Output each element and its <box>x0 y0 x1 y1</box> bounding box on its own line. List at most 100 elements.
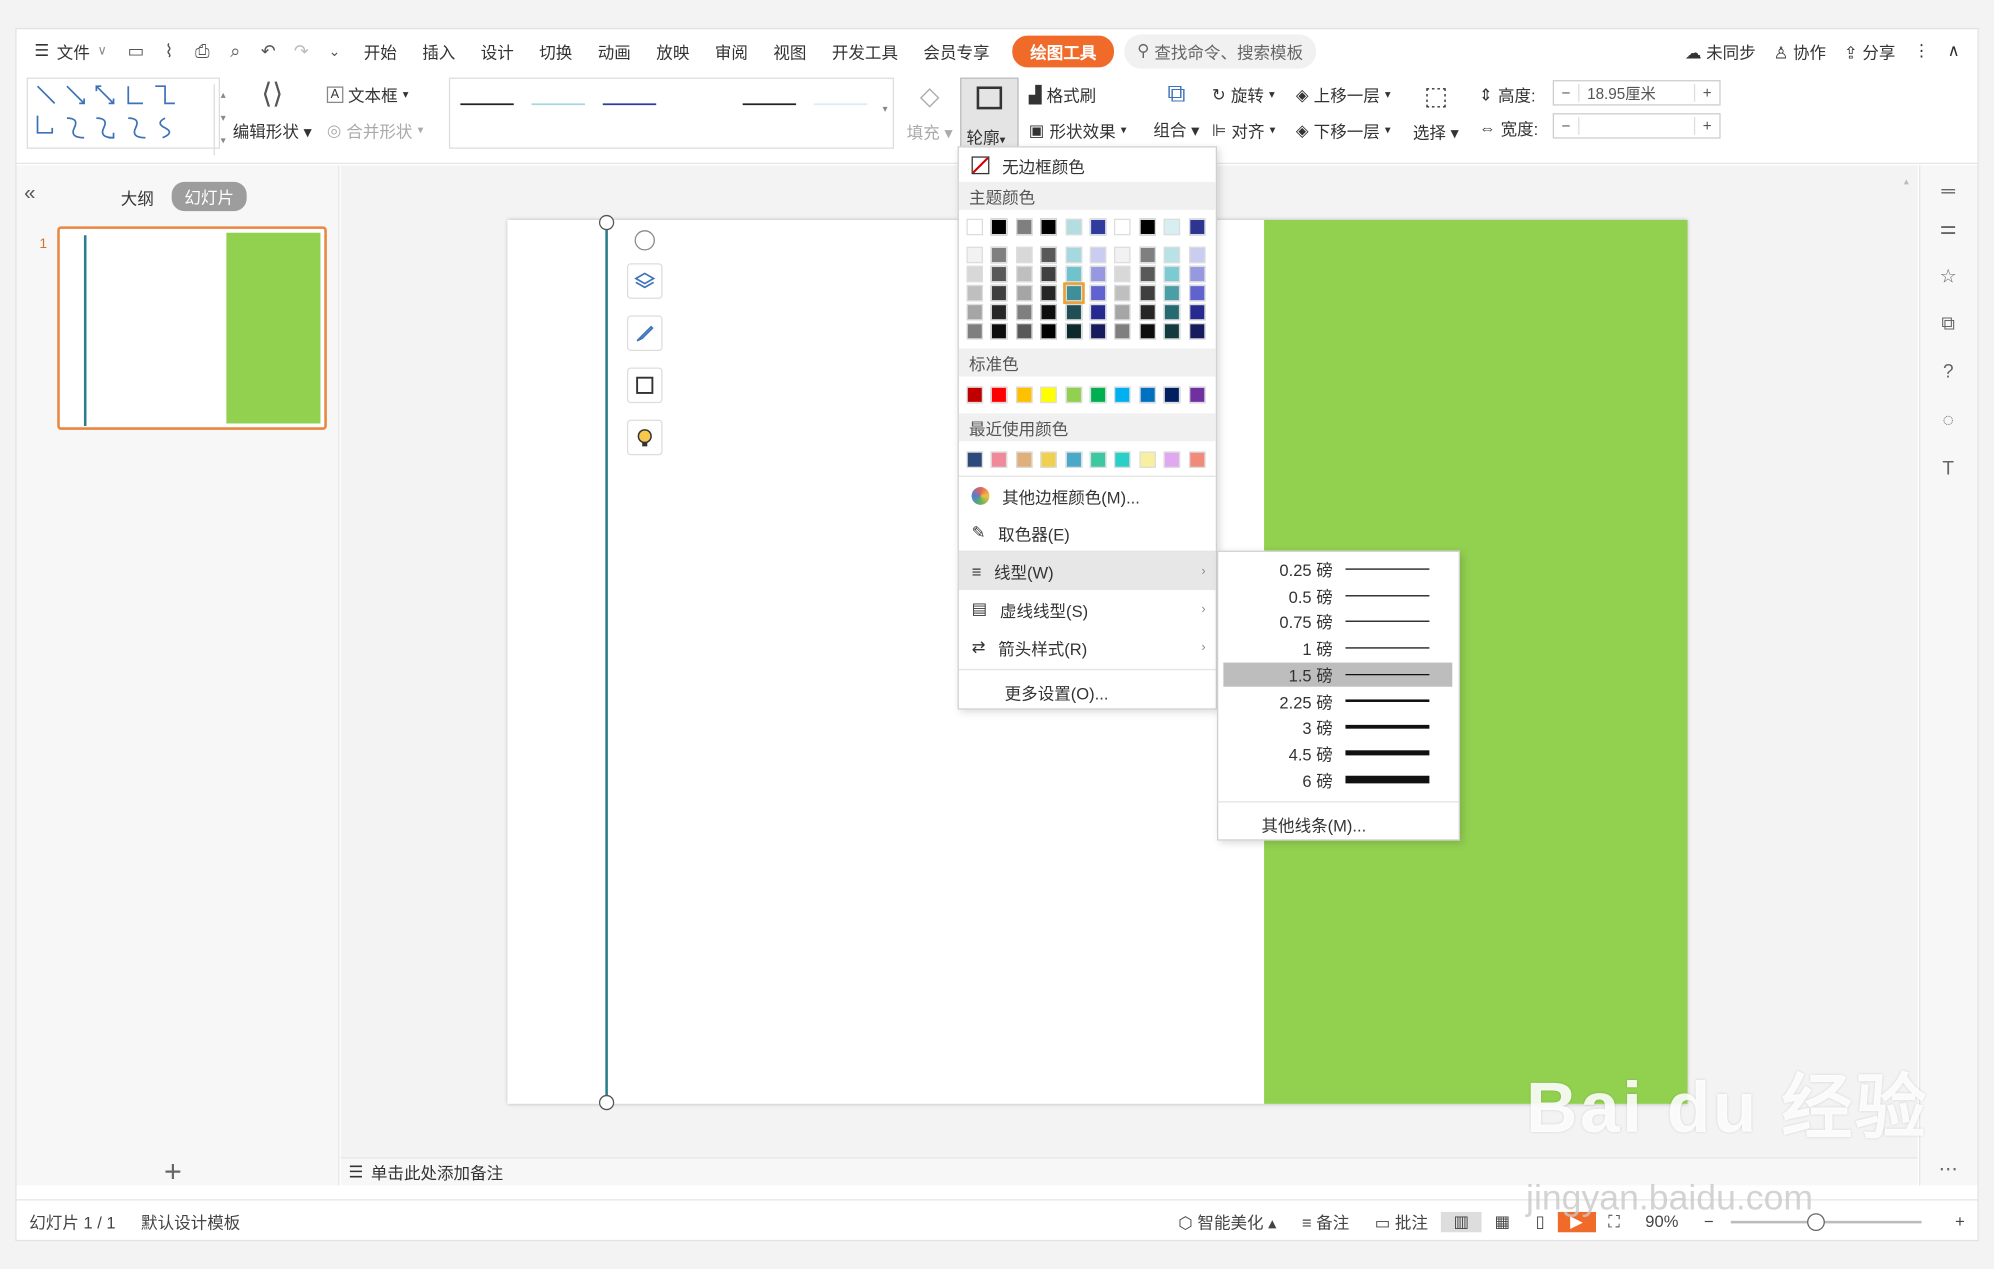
collapse-panel-icon[interactable]: « <box>24 183 35 206</box>
theme-shade-swatch[interactable] <box>1089 246 1107 264</box>
line-type-item[interactable]: ≡ 线型(W) › <box>958 551 1216 591</box>
share-button[interactable]: ⇪ 分享 <box>1844 39 1896 63</box>
standard-color-swatch[interactable] <box>1089 386 1107 404</box>
theme-color-swatch[interactable] <box>991 218 1008 236</box>
theme-color-swatch[interactable] <box>1188 218 1206 236</box>
theme-shade-swatch[interactable] <box>1062 282 1085 304</box>
standard-color-swatch[interactable] <box>1015 386 1033 404</box>
theme-shade-swatch[interactable] <box>991 284 1008 302</box>
theme-shade-swatch[interactable] <box>1040 284 1058 302</box>
theme-color-swatch[interactable] <box>1089 218 1107 236</box>
theme-shade-swatch[interactable] <box>1015 265 1033 283</box>
theme-shade-swatch[interactable] <box>1065 323 1082 340</box>
theme-color-swatch[interactable] <box>1015 218 1033 236</box>
tab-slides[interactable]: 幻灯片 <box>171 181 247 212</box>
theme-shade-swatch[interactable] <box>991 323 1008 340</box>
redo-icon[interactable]: ↷ <box>285 40 318 62</box>
theme-shade-swatch[interactable] <box>1188 246 1206 264</box>
notes-toggle-button[interactable]: ≡ 备注 <box>1289 1209 1362 1233</box>
brush-tool[interactable] <box>626 315 663 351</box>
line-weight-option[interactable]: 2.25 磅 <box>1223 689 1452 713</box>
line-weight-option[interactable]: 0.5 磅 <box>1223 583 1452 607</box>
tab-drawing-tools[interactable]: 绘图工具 <box>1012 34 1115 67</box>
template-name[interactable]: 默认设计模板 <box>128 1209 253 1233</box>
recent-color-swatch[interactable] <box>966 451 984 468</box>
minus-icon[interactable] <box>634 230 655 251</box>
theme-shade-swatch[interactable] <box>1065 246 1082 264</box>
standard-color-swatch[interactable] <box>1188 386 1206 404</box>
theme-shade-swatch[interactable] <box>1065 303 1082 321</box>
theme-shade-swatch[interactable] <box>1114 323 1132 340</box>
theme-color-swatch[interactable] <box>1163 218 1181 236</box>
recent-color-swatch[interactable] <box>1040 451 1058 468</box>
tab-design[interactable]: 设计 <box>468 39 527 63</box>
height-minus[interactable]: − <box>1554 83 1580 102</box>
idea-tool[interactable] <box>626 419 663 456</box>
width-input[interactable]: − + <box>1552 113 1721 139</box>
line-end-handle[interactable] <box>598 1094 615 1111</box>
tab-review[interactable]: 审阅 <box>702 39 761 63</box>
theme-shade-swatch[interactable] <box>1065 265 1082 283</box>
fill-button[interactable]: ◇ 填充 ▾ <box>907 80 953 144</box>
search-box[interactable]: ⚲ 查找命令、搜索模板 <box>1124 33 1316 69</box>
theme-shade-swatch[interactable] <box>1015 246 1033 264</box>
theme-shade-swatch[interactable] <box>991 246 1008 264</box>
line-weight-option[interactable]: 1.5 磅 <box>1223 662 1453 687</box>
star-icon[interactable]: ☆ <box>1936 265 1961 290</box>
theme-shade-swatch[interactable] <box>1089 323 1107 340</box>
theme-shade-swatch[interactable] <box>1139 284 1156 302</box>
theme-shade-swatch[interactable] <box>1015 284 1033 302</box>
theme-shade-swatch[interactable] <box>1188 284 1206 302</box>
tab-slideshow[interactable]: 放映 <box>644 39 703 63</box>
line-weight-option[interactable]: 0.75 磅 <box>1223 610 1452 634</box>
layers-tool[interactable] <box>626 263 663 299</box>
zoom-slider[interactable] <box>1730 1213 1922 1232</box>
bring-forward-button[interactable]: ◈ 上移一层 ▾ <box>1296 83 1391 107</box>
recent-color-swatch[interactable] <box>1163 451 1181 468</box>
format-painter-icon[interactable]: ⌇ <box>153 40 186 62</box>
text-box-button[interactable]: A 文本框 ▾ <box>326 83 408 107</box>
arrow-style-item[interactable]: ⇄ 箭头样式(R) › <box>959 628 1216 666</box>
more-border-colors-item[interactable]: 其他边框颜色(M)... <box>959 478 1216 514</box>
theme-shade-swatch[interactable] <box>1188 323 1206 340</box>
vertical-scrollbar[interactable]: ▴ <box>1904 175 1917 1129</box>
print-icon[interactable]: ⎙ <box>186 40 219 62</box>
line-weight-option[interactable]: 0.25 磅 <box>1223 557 1452 581</box>
recent-color-swatch[interactable] <box>1114 451 1132 468</box>
theme-shade-swatch[interactable] <box>966 246 984 264</box>
rotate-button[interactable]: ↻ 旋转 ▾ <box>1212 83 1275 107</box>
theme-shade-swatch[interactable] <box>1114 284 1132 302</box>
merge-shape-button[interactable]: ◎ 合并形状 ▾ <box>327 118 424 142</box>
theme-shade-swatch[interactable] <box>1015 323 1033 340</box>
theme-shade-swatch[interactable] <box>1040 265 1058 283</box>
recent-color-swatch[interactable] <box>1188 451 1206 468</box>
grid-view-icon[interactable]: ▦ <box>1482 1211 1523 1231</box>
select-button[interactable]: ⬚ 选择 ▾ <box>1413 80 1459 144</box>
outline-button[interactable]: 轮廓▾ <box>960 77 1019 152</box>
tab-member[interactable]: 会员专享 <box>911 39 1003 63</box>
theme-shade-swatch[interactable] <box>1163 246 1181 264</box>
line-weight-option[interactable]: 4.5 磅 <box>1223 741 1452 765</box>
settings-slider-icon[interactable]: ⚌ <box>1936 216 1961 241</box>
eyedropper-item[interactable]: ✎ 取色器(E) <box>959 515 1216 551</box>
theme-shade-swatch[interactable] <box>1139 246 1156 264</box>
line-start-handle[interactable] <box>598 214 615 231</box>
theme-shade-swatch[interactable] <box>1089 284 1107 302</box>
theme-shade-swatch[interactable] <box>1015 303 1033 321</box>
standard-color-swatch[interactable] <box>1065 386 1082 404</box>
tab-transition[interactable]: 切换 <box>527 39 586 63</box>
help-icon[interactable]: ? <box>1936 361 1961 386</box>
theme-shade-swatch[interactable] <box>966 323 984 340</box>
text-icon[interactable]: T <box>1936 458 1961 483</box>
line-style-gallery[interactable]: ▾ <box>448 77 895 149</box>
copy-icon[interactable]: ⧉ <box>1936 313 1961 338</box>
theme-shade-swatch[interactable] <box>1114 303 1132 321</box>
idea-icon[interactable]: ◌ <box>1936 409 1961 434</box>
standard-color-swatch[interactable] <box>1040 386 1058 404</box>
theme-color-swatch[interactable] <box>1139 218 1156 236</box>
tab-view[interactable]: 视图 <box>761 39 820 63</box>
theme-shade-swatch[interactable] <box>1040 323 1058 340</box>
standard-color-swatch[interactable] <box>1163 386 1181 404</box>
vertical-line-shape[interactable] <box>605 222 608 1103</box>
theme-color-swatch[interactable] <box>966 218 984 236</box>
